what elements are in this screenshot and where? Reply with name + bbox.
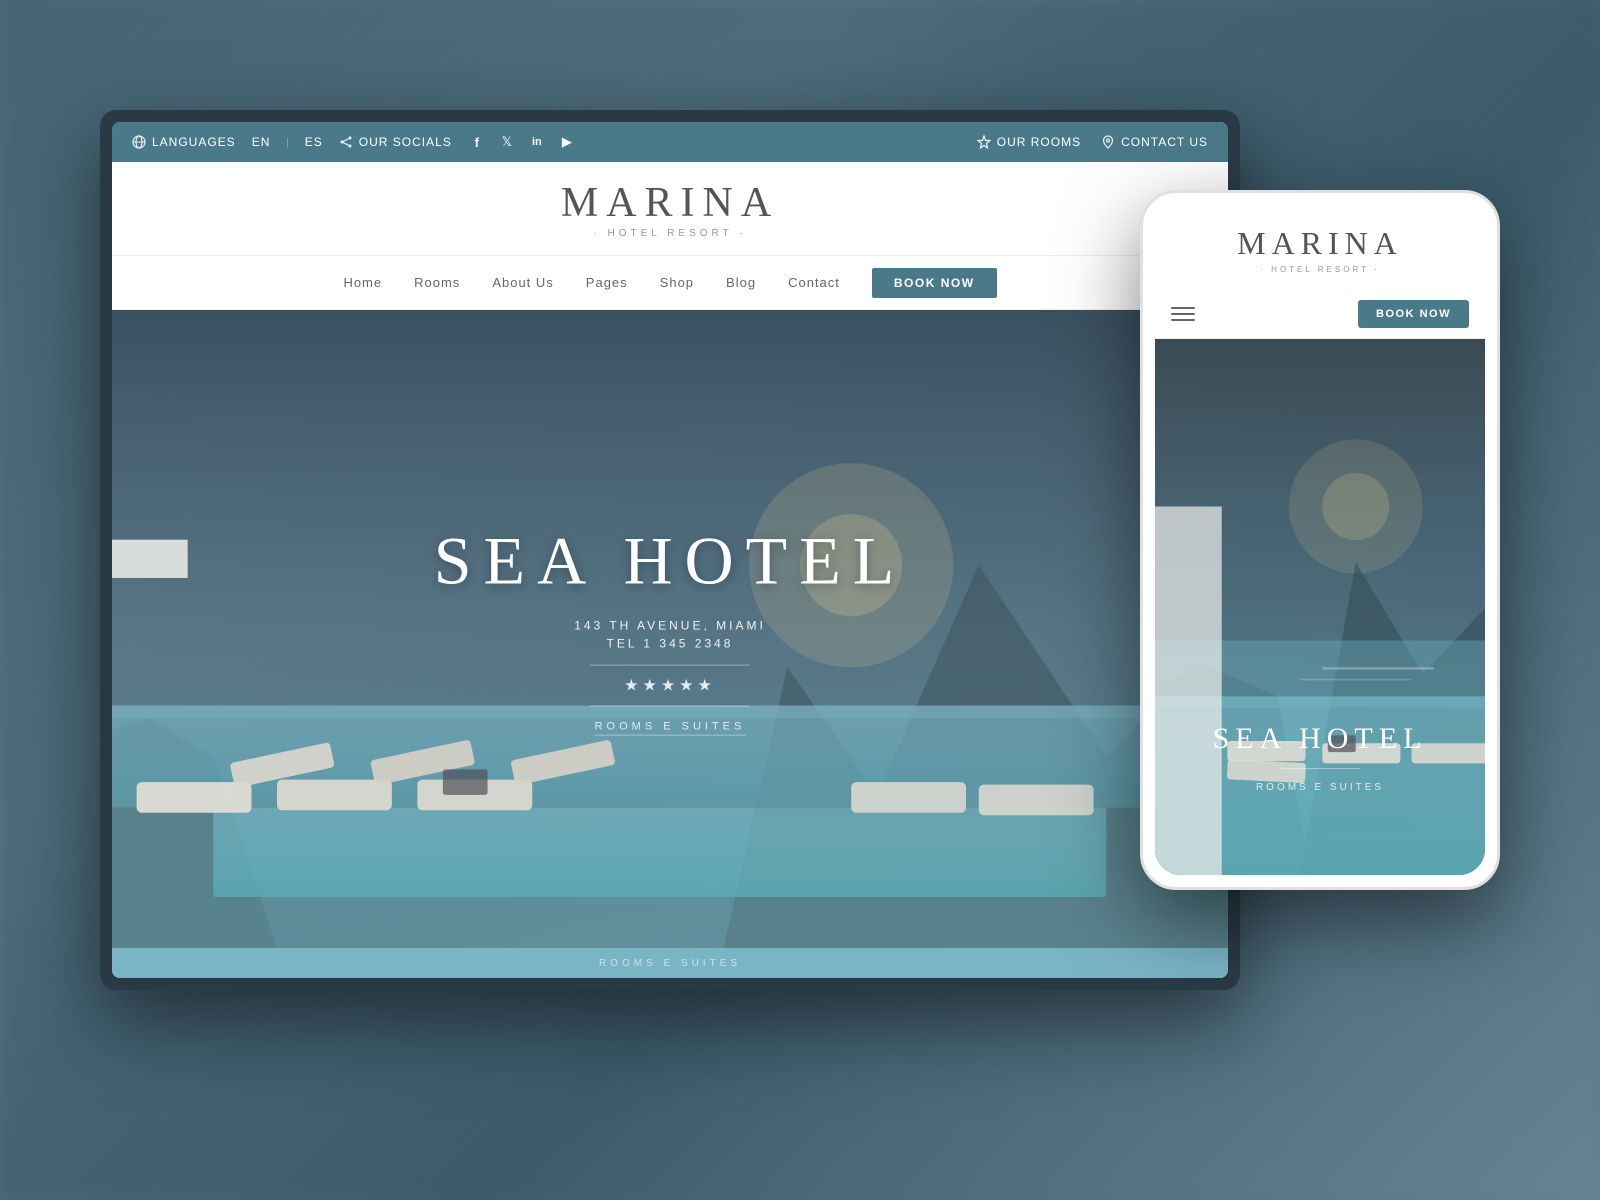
nav-about[interactable]: About Us: [492, 271, 553, 294]
contact-item[interactable]: CONTACT US: [1101, 135, 1208, 149]
hero-rooms-link[interactable]: ROOMS E SUITES: [595, 720, 746, 735]
nav-rooms[interactable]: Rooms: [414, 271, 460, 294]
socials-label: OUR SOCIALS: [359, 135, 452, 149]
lang-en[interactable]: EN: [252, 135, 271, 149]
mobile-mockup: MARINA · HOTEL RESORT · BOOK NOW: [1140, 190, 1500, 890]
hamburger-line-1: [1171, 307, 1195, 309]
desktop-book-now-button[interactable]: BOOK NOW: [872, 268, 997, 298]
hero-content: SEA HOTEL 143 TH AVENUE, MIAMI TEL 1 345…: [434, 524, 907, 735]
hero-tel: TEL 1 345 2348: [434, 636, 907, 650]
desktop-screen: LANGUAGES EN | ES OUR SOCIALS: [112, 122, 1228, 978]
mobile-hero-divider: [1280, 768, 1360, 769]
youtube-icon[interactable]: ▶: [558, 133, 576, 151]
mobile-logo-main: MARINA: [1171, 225, 1469, 262]
rooms-item[interactable]: OUR ROOMS: [977, 135, 1081, 149]
nav-shop[interactable]: Shop: [660, 271, 694, 294]
languages-label: LANGUAGES: [152, 135, 236, 149]
top-bar-left: LANGUAGES EN | ES OUR SOCIALS: [132, 133, 576, 151]
socials-item[interactable]: OUR SOCIALS: [339, 135, 452, 149]
twitter-icon[interactable]: 𝕏: [498, 133, 516, 151]
mobile-nav: BOOK NOW: [1155, 290, 1485, 339]
nav-bar: Home Rooms About Us Pages Shop Blog Cont…: [112, 256, 1228, 310]
top-bar-right: OUR ROOMS CONTACT US: [977, 135, 1208, 149]
site-header: MARINA · HOTEL RESORT ·: [112, 162, 1228, 256]
contact-label: CONTACT US: [1121, 135, 1208, 149]
lang-es[interactable]: ES: [305, 135, 323, 149]
bottom-bar-text: ROOMS E SUITES: [599, 958, 741, 969]
desktop-bottom-bar: ROOMS E SUITES: [112, 948, 1228, 978]
mobile-book-now-button[interactable]: BOOK NOW: [1358, 300, 1469, 328]
nav-pages[interactable]: Pages: [586, 271, 628, 294]
star-icon: [977, 135, 991, 149]
hero-section: SEA HOTEL 143 TH AVENUE, MIAMI TEL 1 345…: [112, 310, 1228, 948]
share-icon: [339, 135, 353, 149]
scene-container: LANGUAGES EN | ES OUR SOCIALS: [100, 110, 1500, 1090]
hero-address: 143 TH AVENUE, MIAMI: [434, 618, 907, 632]
hero-divider-top: [590, 664, 750, 665]
linkedin-icon[interactable]: in: [528, 133, 546, 151]
mobile-hero-title: SEA HOTEL: [1155, 722, 1485, 756]
languages-item[interactable]: LANGUAGES: [132, 135, 236, 149]
hero-stars: ★★★★★: [434, 675, 907, 695]
mobile-rooms-link[interactable]: ROOMS E SUITES: [1256, 782, 1384, 793]
globe-icon: [132, 135, 146, 149]
nav-home[interactable]: Home: [343, 271, 382, 294]
hamburger-menu-button[interactable]: [1171, 307, 1195, 321]
desktop-logo-sub: · HOTEL RESORT ·: [112, 228, 1228, 239]
hamburger-line-2: [1171, 313, 1195, 315]
lang-divider: |: [286, 135, 288, 150]
mobile-logo-sub: · HOTEL RESORT ·: [1171, 265, 1469, 274]
rooms-label: OUR ROOMS: [997, 135, 1081, 149]
top-bar: LANGUAGES EN | ES OUR SOCIALS: [112, 122, 1228, 162]
desktop-logo-main: MARINA: [112, 182, 1228, 224]
mobile-header: MARINA · HOTEL RESORT ·: [1155, 205, 1485, 290]
mobile-screen: MARINA · HOTEL RESORT · BOOK NOW: [1155, 205, 1485, 875]
mobile-hero-content: SEA HOTEL ROOMS E SUITES: [1155, 722, 1485, 795]
facebook-icon[interactable]: f: [468, 133, 486, 151]
social-icons-group: f 𝕏 in ▶: [468, 133, 576, 151]
mobile-hero: SEA HOTEL ROOMS E SUITES: [1155, 339, 1485, 875]
desktop-mockup: LANGUAGES EN | ES OUR SOCIALS: [100, 110, 1240, 990]
location-icon: [1101, 135, 1115, 149]
hero-divider-bottom: [590, 705, 750, 706]
hamburger-line-3: [1171, 319, 1195, 321]
nav-blog[interactable]: Blog: [726, 271, 756, 294]
hero-title: SEA HOTEL: [434, 524, 907, 599]
nav-contact[interactable]: Contact: [788, 271, 840, 294]
